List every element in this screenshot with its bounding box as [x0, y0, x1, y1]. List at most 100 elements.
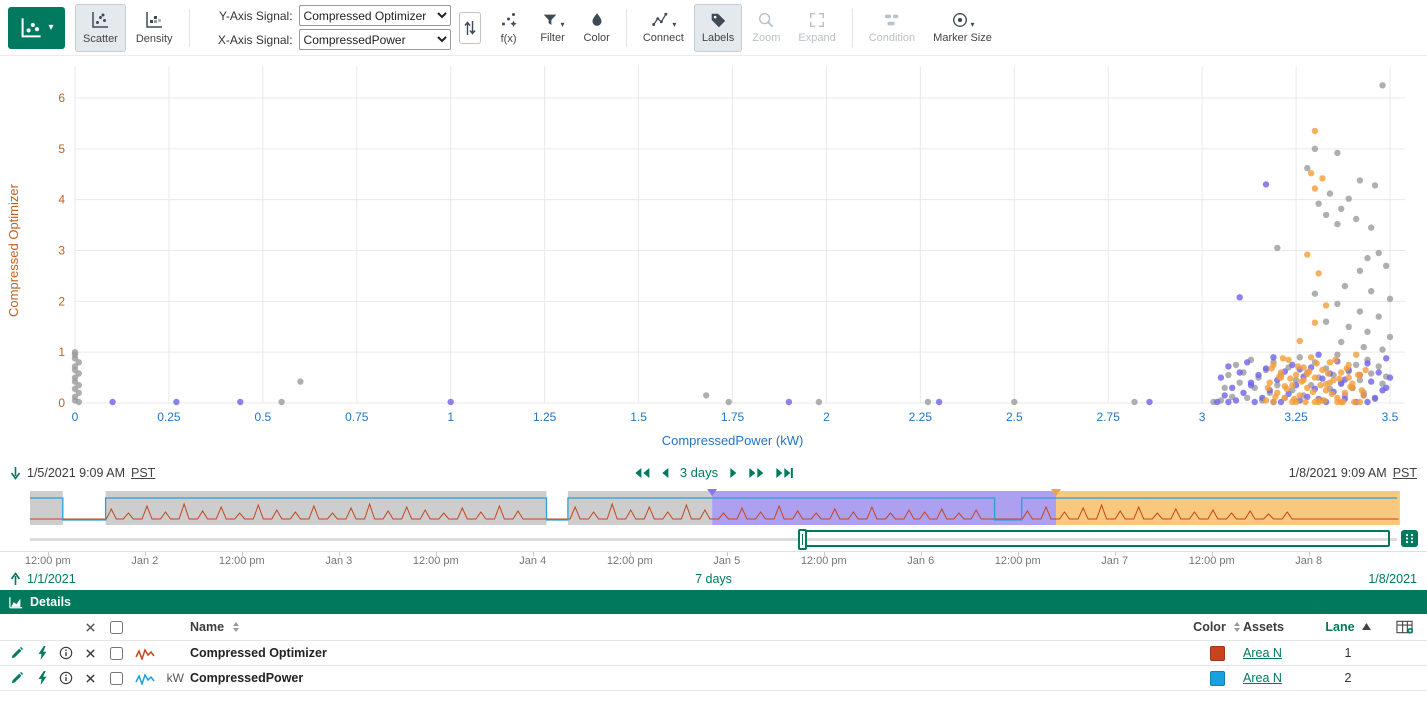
zoom-button: Zoom — [744, 4, 788, 52]
lane-column-header[interactable]: Lane — [1325, 620, 1354, 634]
display-range-end[interactable]: 1/8/2021 9:09 AM — [1289, 466, 1387, 480]
scatter-plot[interactable]: 00.250.50.7511.251.51.7522.252.52.7533.2… — [0, 56, 1427, 456]
chevron-down-icon: ▾ — [48, 22, 53, 33]
scatter-mode-button[interactable]: Scatter — [75, 4, 126, 52]
selection-left-handle[interactable] — [798, 529, 807, 550]
y-tick-label: 2 — [58, 294, 65, 308]
sort-icon[interactable] — [232, 621, 240, 633]
time-axis-label: Jan 4 — [519, 555, 546, 567]
filter-button[interactable]: ▾ Filter — [532, 4, 574, 52]
x-tick-label: 1 — [447, 410, 454, 424]
row-checkbox[interactable] — [110, 672, 123, 685]
select-all-checkbox[interactable] — [110, 621, 123, 634]
scatter-points-orange-time-region — [1263, 128, 1369, 405]
chevron-down-icon: ▾ — [672, 21, 676, 29]
signal-sparkline-icon — [135, 671, 157, 685]
y-axis-signal-select[interactable]: Compressed Optimizer — [299, 5, 451, 26]
scatter-points-purple-time-region — [109, 181, 1393, 405]
color-swatch[interactable] — [1210, 671, 1225, 686]
step-back-much-button[interactable] — [634, 467, 650, 479]
axis-signal-selectors: Y-Axis Signal: Compressed Optimizer X-Ax… — [209, 5, 451, 50]
y-axis-title: Compressed Optimizer — [6, 183, 21, 317]
assets-column-header[interactable]: Assets — [1243, 620, 1284, 634]
color-swatch[interactable] — [1210, 646, 1225, 661]
x-tick-label: 2.75 — [1097, 410, 1121, 424]
timezone-link[interactable]: PST — [1393, 466, 1417, 480]
chart-type-menu-button[interactable]: ▾ — [8, 7, 65, 49]
toolbar-separator — [189, 9, 190, 47]
timebar-preview[interactable] — [0, 489, 1427, 527]
arrow-up-icon[interactable] — [10, 572, 21, 586]
density-mode-button[interactable]: Density — [128, 4, 181, 52]
investigate-range-duration[interactable]: 7 days — [695, 572, 732, 586]
x-tick-label: 3.5 — [1382, 410, 1399, 424]
column-settings-button[interactable] — [1381, 620, 1427, 634]
investigate-range-axis[interactable]: 12:00 pmJan 212:00 pmJan 312:00 pmJan 41… — [0, 551, 1427, 567]
row-checkbox[interactable] — [110, 647, 123, 660]
marker-size-label: Marker Size — [933, 32, 992, 44]
x-tick-label: 0.25 — [157, 410, 181, 424]
lightning-icon[interactable] — [30, 646, 54, 660]
color-button[interactable]: Color — [576, 4, 618, 52]
color-column-header[interactable]: Color — [1193, 620, 1226, 634]
signal-name[interactable]: CompressedPower — [190, 671, 303, 685]
lane-value: 1 — [1345, 646, 1352, 660]
name-column-header[interactable]: Name — [190, 620, 224, 634]
x-tick-label: 0.75 — [345, 410, 369, 424]
lightning-icon[interactable] — [30, 671, 54, 685]
selection-right-grip[interactable] — [1401, 530, 1418, 547]
labels-button[interactable]: Labels — [694, 4, 742, 52]
fx-tool-button[interactable]: f(x) — [488, 4, 530, 52]
step-back-button[interactable] — [661, 467, 669, 479]
details-panel-header[interactable]: Details — [0, 590, 1427, 614]
info-icon[interactable] — [54, 646, 78, 660]
edit-icon[interactable] — [4, 671, 30, 685]
swap-axes-button[interactable] — [459, 12, 481, 44]
labels-tag-icon — [709, 11, 727, 29]
table-row[interactable]: kW CompressedPower Area N 2 — [0, 666, 1427, 691]
table-row[interactable]: Compressed Optimizer Area N 1 — [0, 641, 1427, 666]
color-label: Color — [584, 32, 610, 44]
x-tick-label: 2.5 — [1006, 410, 1023, 424]
fx-label: f(x) — [501, 33, 517, 45]
asset-link[interactable]: Area N — [1243, 646, 1282, 660]
marker-size-icon — [951, 11, 969, 29]
edit-icon[interactable] — [4, 646, 30, 660]
x-axis-signal-select[interactable]: CompressedPower — [299, 29, 451, 50]
arrow-down-icon[interactable] — [10, 466, 21, 480]
timezone-link[interactable]: PST — [131, 466, 155, 480]
sort-icon[interactable] — [1233, 621, 1241, 633]
remove-all-button[interactable] — [78, 622, 102, 633]
step-forward-button[interactable] — [729, 467, 737, 479]
details-table-header: Name Color Assets Lane — [0, 614, 1427, 641]
scatter-label: Scatter — [83, 33, 118, 45]
connect-label: Connect — [643, 32, 684, 44]
details-chart-icon — [9, 596, 23, 609]
y-tick-label: 3 — [58, 244, 65, 258]
signal-name[interactable]: Compressed Optimizer — [190, 646, 327, 660]
sort-asc-icon[interactable] — [1362, 623, 1371, 631]
time-axis-label: Jan 6 — [907, 555, 934, 567]
step-forward-much-button[interactable] — [748, 467, 764, 479]
filter-funnel-icon — [541, 11, 559, 29]
toolbar: ▾ Scatter Density Y-Axis Signal: Compres… — [0, 0, 1427, 56]
investigate-range-end[interactable]: 1/8/2021 — [1368, 572, 1417, 586]
range-duration-label[interactable]: 3 days — [680, 465, 718, 480]
color-droplet-icon — [588, 11, 606, 29]
display-range-start[interactable]: 1/5/2021 9:09 AM — [27, 466, 125, 480]
time-axis-label: Jan 7 — [1101, 555, 1128, 567]
step-to-end-button[interactable] — [775, 467, 793, 479]
time-regions — [30, 491, 1400, 525]
x-axis-title: CompressedPower (kW) — [662, 433, 804, 448]
marker-size-button[interactable]: ▾ Marker Size — [925, 4, 1000, 52]
asset-link[interactable]: Area N — [1243, 671, 1282, 685]
connect-icon — [650, 11, 670, 29]
info-icon[interactable] — [54, 671, 78, 685]
remove-icon[interactable] — [78, 673, 102, 684]
remove-icon[interactable] — [78, 648, 102, 659]
time-axis-label: Jan 5 — [713, 555, 740, 567]
expand-label: Expand — [798, 32, 835, 44]
connect-button[interactable]: ▾ Connect — [635, 4, 692, 52]
display-range-selection[interactable] — [801, 530, 1390, 547]
investigate-range-start[interactable]: 1/1/2021 — [27, 572, 76, 586]
